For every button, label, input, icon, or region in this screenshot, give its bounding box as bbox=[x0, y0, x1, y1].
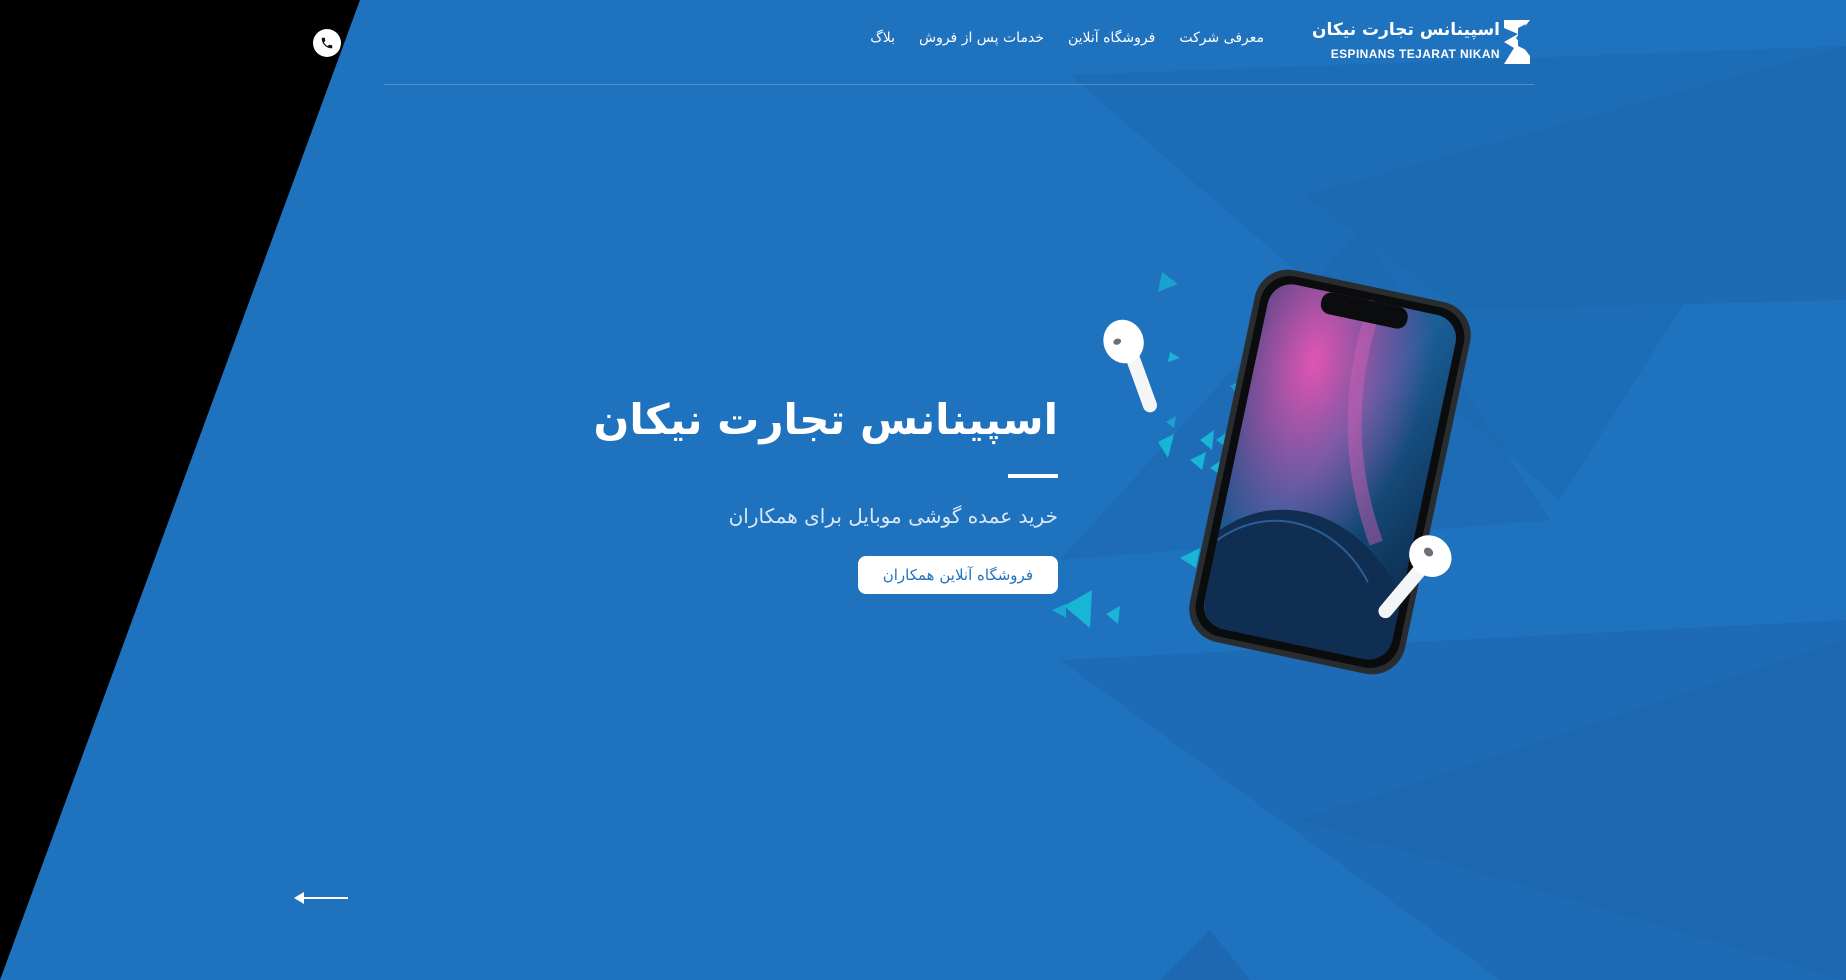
partner-store-button[interactable]: فروشگاه آنلاین همکاران bbox=[857, 556, 1058, 594]
nav-item-about[interactable]: معرفی شرکت bbox=[1179, 30, 1264, 46]
main-nav: معرفی شرکت فروشگاه آنلاین خدمات پس از فر… bbox=[870, 30, 1264, 46]
top-navbar: اسپینانس تجارت نیکان ESPINANS TEJARAT NI… bbox=[384, 0, 1534, 85]
phone-icon bbox=[321, 37, 333, 49]
espinans-logo-icon bbox=[1504, 20, 1530, 64]
brand-logo[interactable]: اسپینانس تجارت نیکان ESPINANS TEJARAT NI… bbox=[1312, 20, 1534, 64]
phone-call-button[interactable] bbox=[313, 29, 341, 57]
brand-name-en: ESPINANS TEJARAT NIKAN bbox=[1330, 47, 1500, 61]
arrow-left-icon[interactable] bbox=[294, 888, 348, 908]
nav-item-online-store[interactable]: فروشگاه آنلاین bbox=[1068, 30, 1155, 46]
nav-item-blog[interactable]: بلاگ bbox=[870, 30, 895, 46]
hero-title: اسپینانس تجارت نیکان bbox=[593, 395, 1058, 444]
smartphone-airpods-illustration bbox=[1052, 269, 1471, 675]
hero-content: اسپینانس تجارت نیکان خرید عمده گوشی موبا… bbox=[538, 392, 1058, 594]
nav-item-after-sales[interactable]: خدمات پس از فروش bbox=[919, 30, 1044, 46]
brand-name-fa: اسپینانس تجارت نیکان bbox=[1312, 20, 1500, 40]
hero-subtitle: خرید عمده گوشی موبایل برای همکاران bbox=[728, 504, 1058, 528]
airpod-top bbox=[1103, 319, 1157, 413]
hero-section: اسپینانس تجارت نیکان ESPINANS TEJARAT NI… bbox=[0, 0, 1846, 980]
smartphone bbox=[1189, 269, 1471, 675]
